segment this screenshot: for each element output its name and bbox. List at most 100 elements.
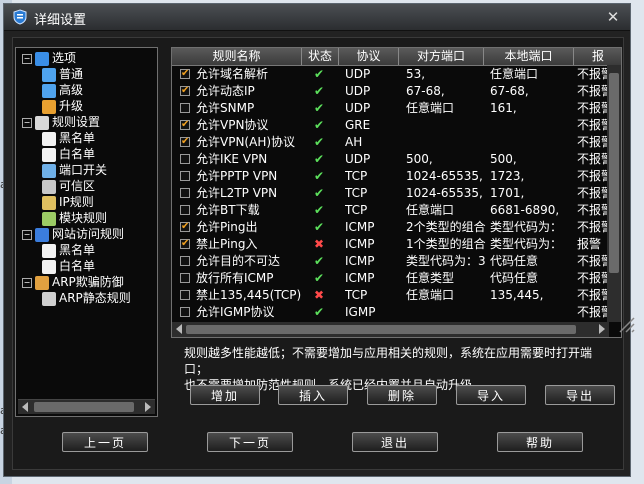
ip-icon	[42, 195, 56, 210]
table-row[interactable]: 允许IGMP协议 ✔ IGMP 不报警	[172, 304, 621, 321]
table-row[interactable]: ✔ 允许动态IP ✔ UDP 67-68, 67-68, 不报警	[172, 83, 621, 100]
rule-checkbox[interactable]: ✔	[180, 120, 190, 130]
help-button[interactable]: 帮助	[497, 432, 583, 452]
rule-checkbox[interactable]: ✔	[180, 86, 190, 96]
rule-checkbox[interactable]	[180, 171, 190, 181]
action-cell: 不报警	[577, 101, 609, 115]
prev-page-button[interactable]: 上一页	[62, 432, 148, 452]
rule-checkbox[interactable]: ✔	[180, 222, 190, 232]
table-row[interactable]: 禁止135,445(TCP) ✖ TCP 任意端口 135,445, 不报警	[172, 287, 621, 304]
table-row[interactable]: 允许L2TP VPN ✔ TCP 1024-65535, 1701, 不报警	[172, 185, 621, 202]
scroll-right-icon[interactable]	[599, 324, 605, 334]
status-cell: ✔	[314, 117, 339, 134]
tree-item[interactable]: − ARP欺骗防御	[22, 274, 124, 290]
arp-icon	[35, 275, 49, 290]
title-bar[interactable]: 详细设置 ✕	[4, 4, 630, 31]
table-row[interactable]: ✔ 禁止Ping入 ✖ ICMP 1个类型的组合 类型代码为： 报警	[172, 236, 621, 253]
scrollbar-thumb[interactable]	[609, 73, 619, 273]
settings-tree: − 选项 普通 高级 升级 − 规则设置 黑名单 白名单 端口开关 可信区 IP规则 模块规则 − 网站访问…	[15, 47, 158, 417]
rule-checkbox[interactable]: ✔	[180, 137, 190, 147]
tree-item[interactable]: 普通	[42, 66, 83, 82]
rule-name-cell: 允许PPTP VPN	[196, 169, 278, 183]
scrollbar-thumb[interactable]	[186, 325, 576, 334]
rule-checkbox[interactable]	[180, 307, 190, 317]
tree-item[interactable]: 模块规则	[42, 210, 107, 226]
next-page-button[interactable]: 下一页	[207, 432, 293, 452]
protocol-cell: UDP	[345, 84, 371, 98]
tree-item[interactable]: 高级	[42, 82, 83, 98]
table-row[interactable]: 允许SNMP ✔ UDP 任意端口 161, 不报警	[172, 100, 621, 117]
column-header-action[interactable]: 报	[574, 48, 621, 65]
column-header-status[interactable]: 状态	[302, 48, 339, 65]
table-vertical-scrollbar[interactable]	[607, 65, 621, 322]
tree-item-label: IP规则	[59, 195, 94, 209]
table-row[interactable]: 允许目的不可达 ✔ ICMP 类型代码为：3 代码任意 不报警	[172, 253, 621, 270]
tree-item[interactable]: 白名单	[42, 258, 95, 274]
tree-item[interactable]: 黑名单	[42, 130, 95, 146]
insert-button[interactable]: 插入	[278, 385, 348, 405]
rule-checkbox[interactable]	[180, 205, 190, 215]
tree-item[interactable]: 黑名单	[42, 242, 95, 258]
table-row[interactable]: ✔ 允许域名解析 ✔ UDP 53, 任意端口 不报警	[172, 66, 621, 83]
rule-checkbox[interactable]	[180, 256, 190, 266]
collapse-icon[interactable]: −	[22, 117, 32, 128]
rule-name-cell: 允许BT下载	[196, 203, 260, 217]
table-row[interactable]: 允许IKE VPN ✔ UDP 500, 500, 不报警	[172, 151, 621, 168]
local-port-cell: 6681-6890,	[490, 203, 560, 217]
remote-port-cell: 2个类型的组合	[406, 220, 486, 234]
tree-horizontal-scrollbar[interactable]	[18, 399, 155, 414]
rule-name-cell: 允许目的不可达	[196, 254, 281, 268]
tree-item[interactable]: 可信区	[42, 178, 95, 194]
add-button[interactable]: 增加	[190, 385, 260, 405]
protocol-cell: UDP	[345, 101, 371, 115]
tree-item[interactable]: ARP静态规则	[42, 290, 131, 306]
remote-port-cell	[406, 117, 486, 134]
rule-checkbox[interactable]	[180, 273, 190, 283]
rule-checkbox[interactable]	[180, 103, 190, 113]
table-row[interactable]: 放行所有ICMP ✔ ICMP 任意类型 代码任意 不报警	[172, 270, 621, 287]
rule-checkbox[interactable]	[180, 290, 190, 300]
table-header: 规则名称 状态 协议 对方端口 本地端口 报	[172, 48, 621, 66]
collapse-icon[interactable]: −	[22, 229, 32, 240]
tree-item-label: 高级	[59, 83, 84, 97]
scroll-left-icon[interactable]	[176, 324, 182, 334]
remote-port-cell: 53,	[406, 67, 426, 81]
scroll-left-icon[interactable]	[22, 402, 28, 412]
tree-item[interactable]: − 规则设置	[22, 114, 100, 130]
scrollbar-thumb[interactable]	[34, 402, 134, 412]
import-button[interactable]: 导入	[456, 385, 526, 405]
rule-checkbox[interactable]	[180, 188, 190, 198]
action-cell: 报警	[577, 237, 602, 251]
tree-item[interactable]: − 网站访问规则	[22, 226, 124, 242]
tree-item[interactable]: 端口开关	[42, 162, 107, 178]
exit-button[interactable]: 退出	[352, 432, 438, 452]
rule-checkbox[interactable]: ✔	[180, 69, 190, 79]
tree-item[interactable]: 白名单	[42, 146, 95, 162]
rule-name-cell: 允许VPN(AH)协议	[196, 135, 296, 149]
resize-grip-icon[interactable]	[616, 296, 638, 336]
delete-button[interactable]: 删除	[367, 385, 437, 405]
column-header-remote-port[interactable]: 对方端口	[399, 48, 484, 65]
column-header-protocol[interactable]: 协议	[339, 48, 399, 65]
table-row[interactable]: 允许PPTP VPN ✔ TCP 1024-65535, 1723, 不报警	[172, 168, 621, 185]
scroll-right-icon[interactable]	[145, 402, 151, 412]
rule-name-cell: 允许IKE VPN	[196, 152, 268, 166]
collapse-icon[interactable]: −	[22, 277, 32, 288]
tree-item[interactable]: 升级	[42, 98, 83, 114]
table-row[interactable]: ✔ 允许VPN(AH)协议 ✔ AH 不报警	[172, 134, 621, 151]
rule-checkbox[interactable]	[180, 154, 190, 164]
rule-checkbox[interactable]: ✔	[180, 239, 190, 249]
table-row[interactable]: 允许BT下载 ✔ TCP 任意端口 6681-6890, 不报警	[172, 202, 621, 219]
table-row[interactable]: ✔ 允许Ping出 ✔ ICMP 2个类型的组合类型代码为： 不报警	[172, 219, 621, 236]
close-button[interactable]: ✕	[602, 8, 624, 26]
column-header-name[interactable]: 规则名称	[172, 48, 302, 65]
table-horizontal-scrollbar[interactable]	[172, 322, 609, 337]
rule-name-cell: 禁止135,445(TCP)	[196, 288, 302, 302]
tree-item[interactable]: − 选项	[22, 50, 76, 66]
export-button[interactable]: 导出	[545, 385, 615, 405]
table-row[interactable]: ✔ 允许VPN协议 ✔ GRE 不报警	[172, 117, 621, 134]
protocol-cell: ICMP	[345, 271, 375, 285]
column-header-local-port[interactable]: 本地端口	[484, 48, 574, 65]
tree-item[interactable]: IP规则	[42, 194, 94, 210]
collapse-icon[interactable]: −	[22, 53, 32, 64]
